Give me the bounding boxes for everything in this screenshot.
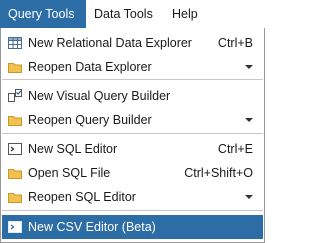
menu-help[interactable]: Help [164, 0, 214, 28]
menu-item-label: New Relational Data Explorer [28, 36, 192, 50]
menu-item-shortcut: Ctrl+E [217, 142, 253, 156]
menu-query-tools[interactable]: Query Tools [0, 0, 86, 28]
menu-item-label: Reopen Data Explorer [28, 60, 152, 74]
folder-icon [7, 165, 23, 181]
menu-item-label: New CSV Editor (Beta) [28, 220, 156, 234]
terminal-icon [7, 219, 23, 235]
menu-item-reopen-query-builder[interactable]: Reopen Query Builder [2, 108, 263, 132]
menu-separator [2, 133, 263, 134]
menu-item-open-sql-file[interactable]: Open SQL File Ctrl+Shift+O [2, 161, 263, 185]
menu-item-shortcut: Ctrl+B [217, 36, 253, 50]
menu-item-new-relational-data-explorer[interactable]: New Relational Data Explorer Ctrl+B [2, 31, 263, 55]
menu-item-label: Reopen Query Builder [28, 113, 152, 127]
chevron-down-icon[interactable] [245, 195, 253, 199]
menu-item-label: New Visual Query Builder [28, 89, 171, 103]
terminal-icon [7, 141, 23, 157]
menu-item-new-sql-editor[interactable]: New SQL Editor Ctrl+E [2, 137, 263, 161]
menu-item-shortcut: Ctrl+Shift+O [184, 166, 253, 180]
menu-item-new-csv-editor[interactable]: New CSV Editor (Beta) [2, 215, 263, 239]
menu-item-label: New SQL Editor [28, 142, 118, 156]
query-tools-dropdown: New Relational Data Explorer Ctrl+B Reop… [0, 28, 265, 243]
folder-icon [7, 112, 23, 128]
grid-icon [7, 35, 23, 51]
visual-query-icon [7, 88, 23, 104]
folder-icon [7, 189, 23, 205]
chevron-down-icon[interactable] [245, 65, 253, 69]
menu-item-label: Open SQL File [28, 166, 111, 180]
menu-item-label: Reopen SQL Editor [28, 190, 136, 204]
menu-item-reopen-sql-editor[interactable]: Reopen SQL Editor [2, 185, 263, 209]
menu-item-new-visual-query-builder[interactable]: New Visual Query Builder [2, 84, 263, 108]
menu-item-reopen-data-explorer[interactable]: Reopen Data Explorer [2, 55, 263, 79]
menu-separator [2, 210, 263, 211]
menu-separator [2, 79, 263, 80]
folder-icon [7, 59, 23, 75]
menu-bar: Query Tools Data Tools Help [0, 0, 265, 28]
menu-data-tools[interactable]: Data Tools [86, 0, 164, 28]
chevron-down-icon[interactable] [245, 118, 253, 122]
